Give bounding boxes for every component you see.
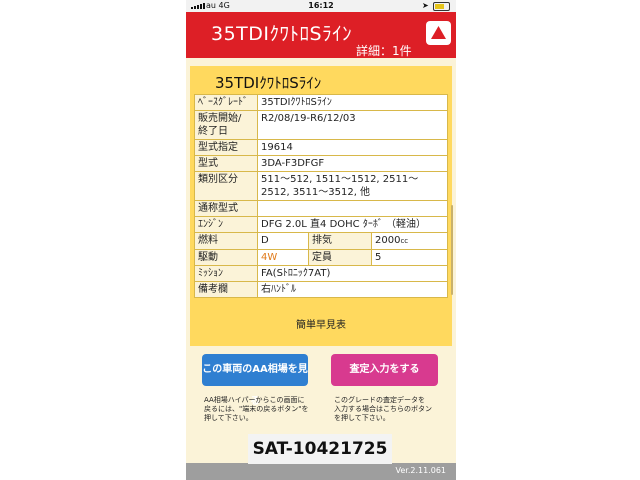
- header-bar: 35TDIｸﾜﾄﾛSﾗｲﾝ 詳細：1件: [186, 12, 456, 58]
- row-label: ﾍﾞｰｽｸﾞﾚｰﾄﾞ: [194, 94, 258, 111]
- sat-id-label: SAT-10421725: [248, 434, 392, 464]
- row-value: 5: [371, 249, 448, 266]
- row-label: 型式: [194, 155, 258, 172]
- table-row: 類別区分 511～512, 1511～1512, 2511～2512, 3511…: [194, 171, 448, 201]
- aa-price-button[interactable]: この車両のAA相場を見る: [202, 354, 308, 407]
- row-label: 型式指定: [194, 139, 258, 156]
- row-value: R2/08/19-R6/12/03: [257, 110, 448, 140]
- displacement-unit: cc: [400, 237, 409, 245]
- table-row: 通称型式: [194, 200, 448, 217]
- table-row: ﾍﾞｰｽｸﾞﾚｰﾄﾞ 35TDIｸﾜﾄﾛSﾗｲﾝ: [194, 94, 448, 111]
- table-row: 駆動 4W 定員 5: [194, 249, 448, 266]
- note-line: このグレードの査定データを: [334, 396, 425, 404]
- row-label: ｴﾝｼﾞﾝ: [194, 216, 258, 233]
- row-value: DFG 2.0L 直4 DOHC ﾀｰﾎﾞ （軽油）: [257, 216, 448, 233]
- label-line: 終了日: [198, 126, 228, 137]
- note-line: 入力する場合はこちらのボタン: [334, 405, 432, 413]
- grade-detail-card: 35TDIｸﾜﾄﾛSﾗｲﾝ ﾍﾞｰｽｸﾞﾚｰﾄﾞ 35TDIｸﾜﾄﾛSﾗｲﾝ 販…: [190, 66, 452, 346]
- card-title: 35TDIｸﾜﾄﾛSﾗｲﾝ: [215, 74, 322, 92]
- back-instruction-note: AA相場ハイパーからこの画面に 戻るには、"端末の戻るボタン"を 押して下さい。: [204, 396, 314, 423]
- displacement-value: 2000: [375, 235, 401, 246]
- row-value: 35TDIｸﾜﾄﾛSﾗｲﾝ: [257, 94, 448, 111]
- row-value: D: [257, 232, 309, 250]
- note-line: AA相場ハイパーからこの画面に: [204, 396, 305, 404]
- phone-screen: au 4G 16:12 ➤ 35TDIｸﾜﾄﾛSﾗｲﾝ 詳細：1件 35TDIｸ…: [186, 0, 456, 480]
- spec-table: ﾍﾞｰｽｸﾞﾚｰﾄﾞ 35TDIｸﾜﾄﾛSﾗｲﾝ 販売開始/終了日 R2/08/…: [194, 94, 448, 298]
- row-label: 備考欄: [194, 281, 258, 298]
- row-label: 通称型式: [194, 200, 258, 217]
- row-value: 4W: [257, 249, 309, 266]
- status-bar: au 4G 16:12 ➤: [186, 0, 456, 12]
- row-value: 19614: [257, 139, 448, 156]
- row-value: 511～512, 1511～1512, 2511～2512, 3511～3512…: [257, 171, 448, 201]
- row-value: FA(Sﾄﾛﾆｯｸ7AT): [257, 265, 448, 282]
- scroll-top-button[interactable]: [426, 21, 451, 45]
- row-label: 類別区分: [194, 171, 258, 201]
- row-value: 3DA-F3DFGF: [257, 155, 448, 172]
- simple-table-link[interactable]: 簡単早見表: [190, 316, 452, 331]
- note-line: 戻るには、"端末の戻るボタン"を: [204, 405, 309, 413]
- table-row: 燃料 D 排気 2000cc: [194, 232, 448, 250]
- appraisal-instruction-note: このグレードの査定データを 入力する場合はこちらのボタン を押して下さい。: [334, 396, 444, 423]
- table-row: 型式指定 19614: [194, 139, 448, 156]
- footer-bar: Ver.2.11.061: [186, 463, 456, 480]
- clock: 16:12: [308, 1, 334, 10]
- row-label: ﾐｯｼｮﾝ: [194, 265, 258, 282]
- result-count: 詳細：1件: [356, 44, 412, 58]
- table-row: ｴﾝｼﾞﾝ DFG 2.0L 直4 DOHC ﾀｰﾎﾞ （軽油）: [194, 216, 448, 233]
- appraisal-input-button[interactable]: 査定入力をする: [331, 354, 438, 386]
- row-label: 燃料: [194, 232, 258, 250]
- table-row: 販売開始/終了日 R2/08/19-R6/12/03: [194, 110, 448, 140]
- row-value: [257, 200, 448, 217]
- note-line: を押して下さい。: [334, 414, 390, 422]
- row-value: 右ﾊﾝﾄﾞﾙ: [257, 281, 448, 298]
- row-value: 2000cc: [371, 232, 448, 250]
- page-title: 35TDIｸﾜﾄﾛSﾗｲﾝ: [211, 23, 353, 45]
- row-label: 販売開始/終了日: [194, 110, 258, 140]
- location-icon: ➤: [422, 1, 429, 10]
- version-label: Ver.2.11.061: [395, 466, 447, 475]
- note-line: 押して下さい。: [204, 414, 253, 422]
- table-row: 備考欄 右ﾊﾝﾄﾞﾙ: [194, 281, 448, 298]
- battery-icon: [433, 2, 450, 11]
- row-label: 駆動: [194, 249, 258, 266]
- scrollbar[interactable]: [451, 205, 453, 295]
- label-line: 販売開始/: [198, 113, 242, 124]
- row-label: 定員: [308, 249, 372, 266]
- triangle-up-icon: [431, 26, 446, 39]
- table-row: ﾐｯｼｮﾝ FA(Sﾄﾛﾆｯｸ7AT): [194, 265, 448, 282]
- table-row: 型式 3DA-F3DFGF: [194, 155, 448, 172]
- row-label: 排気: [308, 232, 372, 250]
